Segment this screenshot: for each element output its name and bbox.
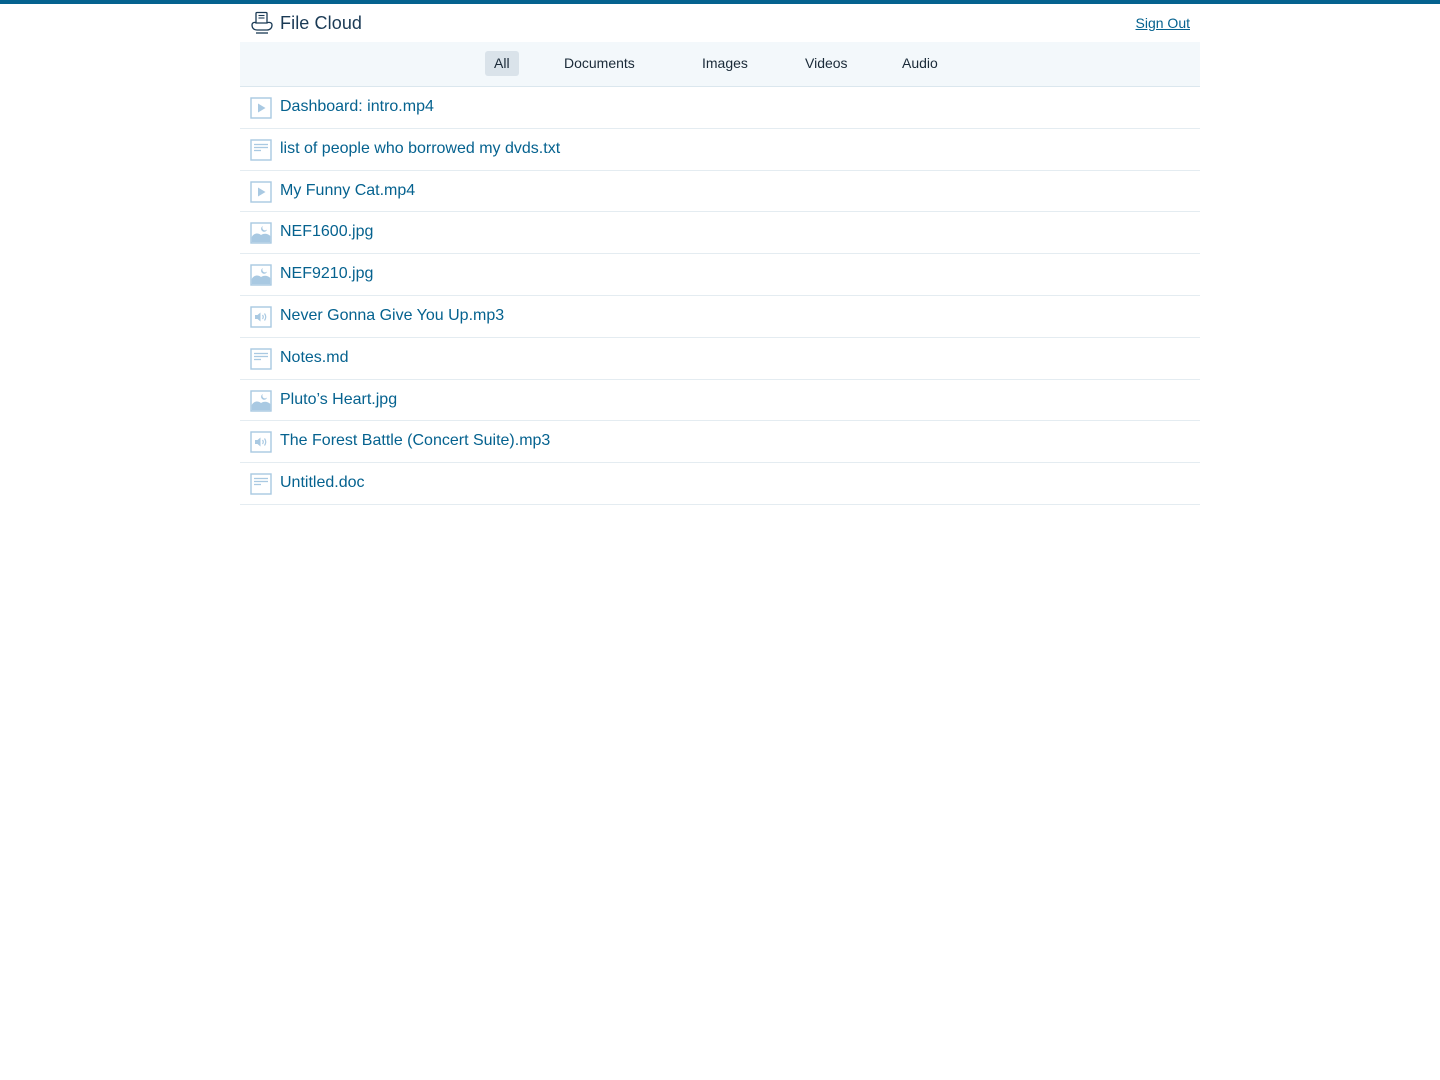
tab-audio[interactable]: Audio (893, 51, 947, 76)
file-row[interactable]: Never Gonna Give You Up.mp3 (240, 296, 1200, 338)
app-container: File Cloud Sign Out All Documents Images… (240, 4, 1200, 505)
file-name[interactable]: Pluto’s Heart.jpg (280, 391, 397, 409)
document-file-icon (250, 473, 272, 495)
file-row[interactable]: Pluto’s Heart.jpg (240, 380, 1200, 422)
file-name[interactable]: Dashboard: intro.mp4 (280, 98, 434, 116)
file-name[interactable]: list of people who borrowed my dvds.txt (280, 140, 560, 158)
tab-all[interactable]: All (485, 51, 519, 76)
sign-out-link[interactable]: Sign Out (1136, 15, 1190, 31)
image-file-icon (250, 389, 272, 412)
tab-videos[interactable]: Videos (796, 51, 857, 76)
file-name[interactable]: The Forest Battle (Concert Suite).mp3 (280, 432, 550, 450)
file-name[interactable]: My Funny Cat.mp4 (280, 182, 415, 200)
cloud-drive-icon (251, 11, 273, 34)
file-row[interactable]: The Forest Battle (Concert Suite).mp3 (240, 421, 1200, 464)
tab-images[interactable]: Images (693, 51, 757, 76)
file-row[interactable]: NEF1600.jpg (240, 212, 1200, 255)
file-name[interactable]: NEF1600.jpg (280, 223, 373, 241)
app-title: File Cloud (280, 13, 363, 33)
audio-file-icon (250, 431, 272, 454)
header: File Cloud Sign Out (240, 4, 1200, 42)
file-name[interactable]: NEF9210.jpg (280, 265, 373, 283)
tab-documents[interactable]: Documents (555, 51, 644, 76)
file-name[interactable]: Never Gonna Give You Up.mp3 (280, 307, 504, 325)
file-row[interactable]: list of people who borrowed my dvds.txt (240, 129, 1200, 171)
image-file-icon (250, 222, 272, 245)
file-row[interactable]: Untitled.doc (240, 463, 1200, 505)
file-row[interactable]: NEF9210.jpg (240, 254, 1200, 296)
video-file-icon (250, 180, 272, 203)
file-list: Dashboard: intro.mp4 list of people who … (240, 87, 1200, 505)
filter-tabs: All Documents Images Videos Audio (240, 42, 1200, 87)
file-name[interactable]: Notes.md (280, 349, 348, 367)
image-file-icon (250, 264, 272, 286)
file-row[interactable]: Dashboard: intro.mp4 (240, 87, 1200, 129)
document-file-icon (250, 139, 272, 161)
video-file-icon (250, 97, 272, 119)
file-row[interactable]: Notes.md (240, 338, 1200, 380)
document-file-icon (250, 348, 272, 370)
file-row[interactable]: My Funny Cat.mp4 (240, 171, 1200, 213)
file-name[interactable]: Untitled.doc (280, 474, 365, 492)
audio-file-icon (250, 306, 272, 328)
